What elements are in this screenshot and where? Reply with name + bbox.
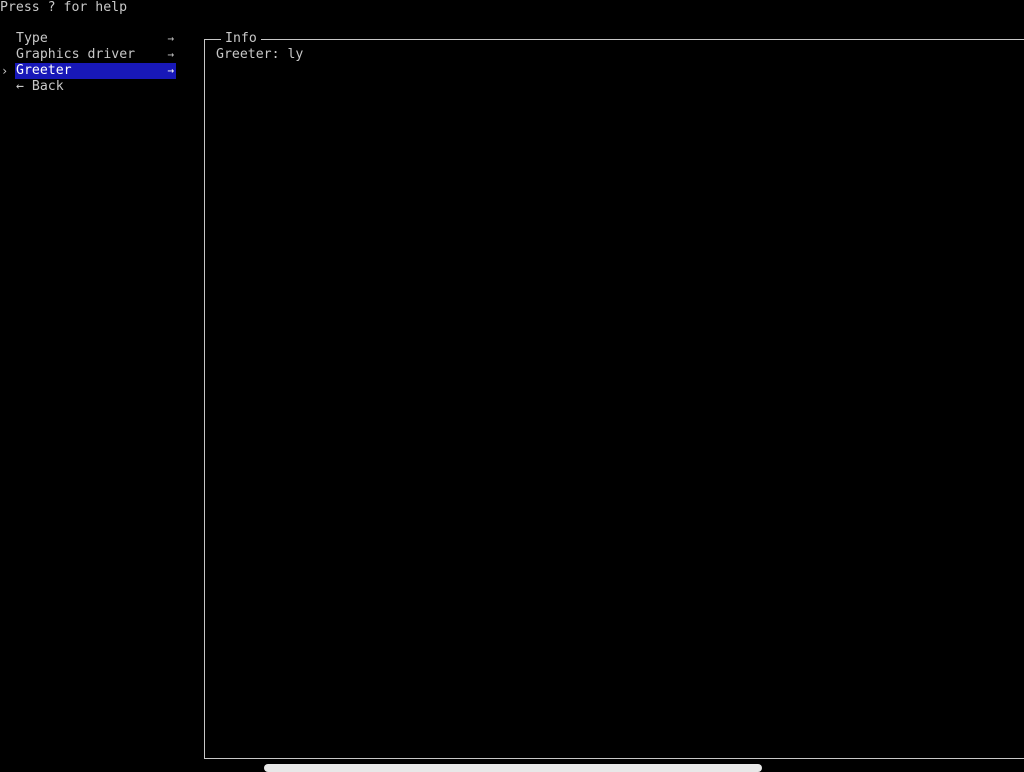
menu-item-label: Graphics driver: [16, 47, 136, 62]
info-panel: Info Greeter: ly: [204, 31, 1024, 759]
menu-item-back[interactable]: ← Back: [15, 79, 176, 95]
chevron-right-icon: →: [167, 48, 174, 61]
menu-item-greeter[interactable]: Greeter →: [15, 63, 176, 79]
menu-item-label: Type: [16, 31, 48, 46]
chevron-right-icon: →: [167, 64, 174, 77]
menu-item-label: Greeter: [16, 63, 72, 78]
menu-item-graphics-driver[interactable]: Graphics driver →: [15, 47, 176, 63]
info-panel-content: Greeter: ly: [216, 47, 304, 62]
menu-item-type[interactable]: Type →: [15, 31, 176, 47]
selection-cursor-icon: ›: [1, 64, 9, 78]
bottom-edge-bar: [264, 764, 762, 772]
help-hint: Press ? for help: [0, 0, 128, 15]
menu-item-label: ← Back: [16, 79, 64, 94]
chevron-right-icon: →: [167, 32, 174, 45]
info-panel-title: Info: [221, 31, 261, 47]
